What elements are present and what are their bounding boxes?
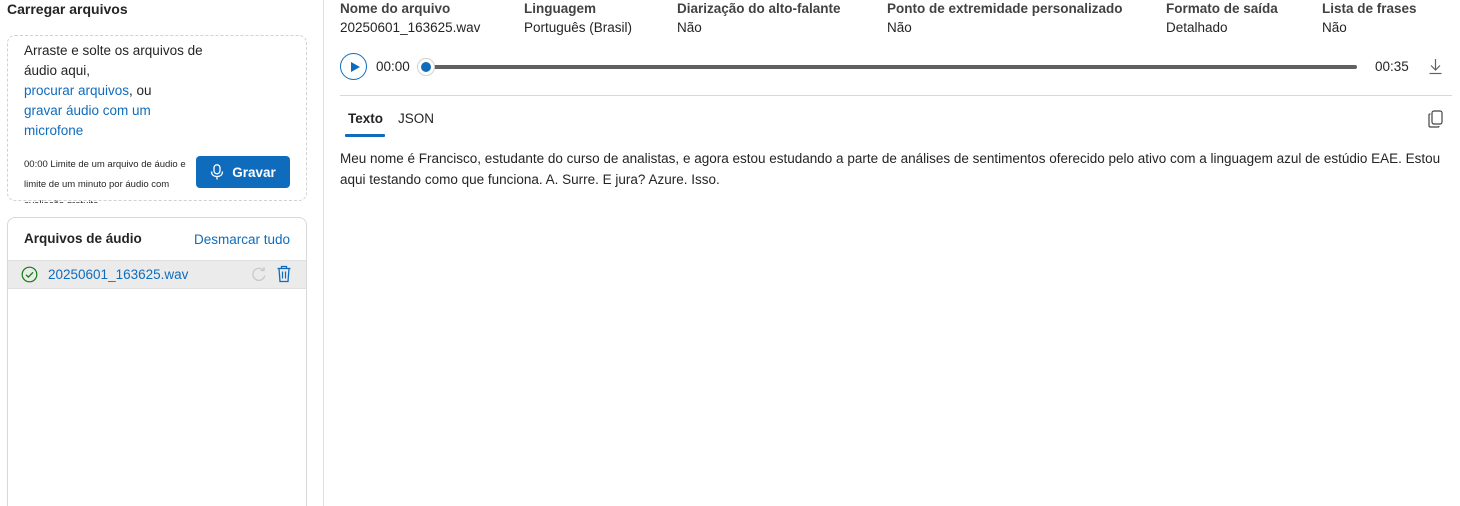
record-audio-link[interactable]: gravar áudio com um microfone: [24, 103, 151, 138]
meta-label: Formato de saída: [1166, 1, 1278, 16]
meta-label: Nome do arquivo: [340, 1, 451, 16]
drop-instruction: Arraste e solte os arquivos de áudio aqu…: [24, 43, 203, 78]
audio-files-panel: Arquivos de áudio Desmarcar tudo 2025060…: [7, 217, 307, 506]
seek-thumb[interactable]: [417, 58, 435, 76]
meta-value: 20250601_163625.wav: [340, 20, 481, 35]
meta-label: Lista de frases: [1322, 1, 1417, 16]
meta-diarization: Diarização do alto-falante Não: [677, 1, 841, 35]
transcript-text: Meu nome é Francisco, estudante do curso…: [340, 151, 1441, 187]
meta-label: Ponto de extremidade personalizado: [887, 1, 1123, 16]
meta-value: Português (Brasil): [524, 20, 633, 35]
meta-phrase-list: Lista de frases Não: [1322, 1, 1417, 35]
tab-texto[interactable]: Texto: [348, 111, 383, 126]
file-name: 20250601_163625.wav: [48, 267, 189, 282]
delete-icon[interactable]: [276, 265, 292, 283]
record-button-label: Gravar: [232, 164, 276, 180]
deselect-all-button[interactable]: Desmarcar tudo: [194, 232, 290, 247]
meta-value: Detalhado: [1166, 20, 1228, 35]
audio-player: 00:00 00:35: [340, 53, 1452, 81]
tab-json[interactable]: JSON: [398, 111, 434, 126]
meta-language: Linguagem Português (Brasil): [524, 1, 632, 35]
left-panel: Carregar arquivos Arraste e solte os arq…: [0, 0, 324, 506]
copy-icon[interactable]: [1428, 110, 1443, 128]
meta-output-format: Formato de saída Detalhado: [1166, 1, 1278, 35]
check-circle-icon: [21, 266, 38, 283]
current-time: 00:00: [376, 59, 410, 74]
meta-file-name: Nome do arquivo 20250601_163625.wav: [340, 1, 480, 35]
drop-zone[interactable]: Arraste e solte os arquivos de áudio aqu…: [7, 35, 307, 203]
browse-files-link[interactable]: procurar arquivos: [24, 83, 129, 98]
download-icon[interactable]: [1428, 58, 1443, 75]
meta-value: Não: [1322, 20, 1347, 35]
play-button[interactable]: [340, 53, 367, 80]
upload-title: Carregar arquivos: [7, 1, 128, 17]
microphone-icon: [211, 164, 224, 180]
meta-value: Não: [887, 20, 912, 35]
file-list-item[interactable]: 20250601_163625.wav: [8, 260, 306, 289]
total-time: 00:35: [1375, 59, 1409, 74]
meta-label: Diarização do alto-falante: [677, 1, 841, 16]
meta-endpoint: Ponto de extremidade personalizado Não: [887, 1, 1123, 35]
audio-files-title: Arquivos de áudio: [24, 231, 142, 246]
drop-text: Arraste e solte os arquivos de áudio aqu…: [24, 41, 204, 141]
limit-text: 00:00 Limite de um arquivo de áudio e li…: [24, 159, 186, 203]
meta-label: Linguagem: [524, 1, 597, 16]
audio-files-header: Arquivos de áudio Desmarcar tudo: [8, 218, 306, 260]
retry-icon: [252, 267, 266, 282]
or-text: , ou: [129, 83, 152, 98]
meta-value: Não: [677, 20, 702, 35]
active-tab-indicator: [345, 134, 385, 137]
seek-bar[interactable]: [427, 65, 1357, 69]
record-button[interactable]: Gravar: [196, 156, 290, 188]
divider: [340, 95, 1452, 96]
